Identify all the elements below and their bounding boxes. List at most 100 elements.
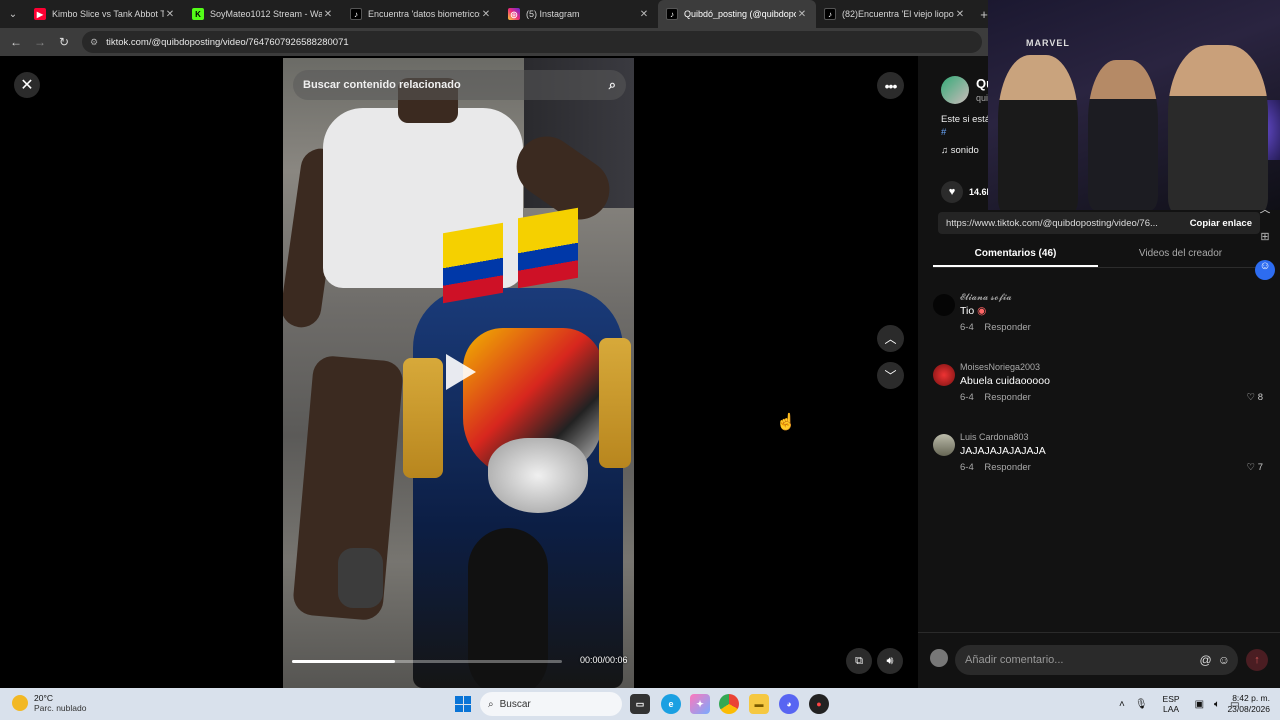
reply-button[interactable]: Responder [984, 462, 1030, 473]
webcam-person [998, 55, 1078, 210]
tab-creator-videos[interactable]: Videos del creador [1098, 242, 1263, 267]
tab-title: Encuentra 'datos biometricos' e [368, 9, 480, 19]
site-info-icon[interactable]: ⚙ [90, 37, 98, 48]
language-indicator[interactable]: ESP LAA [1163, 694, 1180, 714]
task-view-icon[interactable]: ▭ [630, 694, 650, 714]
browser-tab[interactable]: ◎ (5) Instagram ✕ [500, 0, 658, 28]
webcam-overlay: MARVEL [988, 0, 1280, 210]
comment-text-value: Tio [960, 305, 975, 317]
comment-input[interactable]: Añadir comentario... @ ☺ [955, 645, 1238, 675]
address-bar[interactable]: ⚙ tiktok.com/@quibdoposting/video/764760… [82, 31, 982, 53]
chrome-icon[interactable] [719, 694, 739, 714]
file-explorer-icon[interactable]: ▬ [749, 694, 769, 714]
heart-outline-icon: ♡ [1246, 462, 1258, 473]
reply-button[interactable]: Responder [984, 322, 1030, 333]
copilot-icon[interactable]: ✦ [690, 694, 710, 714]
share-link-box: https://www.tiktok.com/@quibdoposting/vi… [938, 212, 1260, 234]
avatar[interactable] [933, 294, 955, 316]
previous-video-button[interactable]: ︿ [877, 325, 904, 352]
microphone-icon[interactable]: 🎙︎ [1135, 699, 1148, 710]
network-icon[interactable]: ▣ [1195, 699, 1204, 710]
browser-tab[interactable]: ▶ Kimbo Slice vs Tank Abbot Thr ✕ [26, 0, 184, 28]
back-icon[interactable]: ← [4, 35, 28, 49]
clock[interactable]: 8:42 p. m. 23/08/2026 [1220, 693, 1270, 715]
discord-icon[interactable]: ◕ [779, 694, 799, 714]
close-tab-icon[interactable]: ✕ [322, 9, 334, 20]
volume-icon: 🔊︎ [886, 654, 894, 667]
close-video-button[interactable]: ✕ [14, 72, 40, 98]
play-icon[interactable] [446, 354, 476, 390]
comment-like-button[interactable]: ♡ 7 [1247, 462, 1263, 473]
author-avatar[interactable] [941, 76, 969, 104]
close-tab-icon[interactable]: ✕ [480, 9, 492, 20]
avatar[interactable] [933, 364, 955, 386]
tab-search-button[interactable]: ⌄ [0, 0, 26, 28]
hashtag-link[interactable]: # [941, 127, 946, 138]
close-tab-icon[interactable]: ✕ [164, 9, 176, 20]
browser-tab[interactable]: ♪ Encuentra 'datos biometricos' e ✕ [342, 0, 500, 28]
author-handle[interactable]: qui [976, 93, 988, 103]
browser-tab[interactable]: K SoyMateo1012 Stream - Watch ✕ [184, 0, 342, 28]
comment-date: 6-4 [960, 322, 974, 333]
comment-text: Abuela cuidaooooo [960, 375, 1050, 387]
heart-icon: ♥ [941, 181, 963, 203]
comment-item: MoisesNoriega2003 Abuela cuidaooooo 6-4 … [933, 362, 1263, 412]
webcam-person [1088, 60, 1158, 210]
comment-text: Tio ◉ [960, 305, 986, 317]
comment-username[interactable]: 𝓔𝓵𝓲𝓪𝓷𝓪 𝓼𝓸𝓯𝓲𝓪 [960, 292, 1012, 303]
comment-username[interactable]: MoisesNoriega2003 [960, 362, 1040, 372]
browser-tab[interactable]: ♪ (82)Encuentra 'El viejo liopo' en ✕ [816, 0, 974, 28]
more-options-button[interactable]: ••• [877, 72, 904, 99]
comment-like-button[interactable]: ♡ 8 [1247, 392, 1263, 403]
picture-in-picture-button[interactable]: ⧉ [846, 648, 872, 674]
video-time: 00:00/00:06 [580, 655, 628, 665]
video-progress-fill [292, 660, 395, 663]
reply-button[interactable]: Responder [984, 392, 1030, 403]
avatar[interactable] [933, 434, 955, 456]
sound-link[interactable]: ♫ sonido [941, 145, 979, 156]
webcam-person [1168, 45, 1268, 210]
video-frame-wheel [468, 528, 548, 688]
emoji-picker-icon[interactable]: ☺ [1218, 653, 1230, 667]
copy-link-button[interactable]: Copiar enlace [1182, 218, 1260, 229]
forward-icon[interactable]: → [28, 35, 52, 49]
comment-meta: 6-4 Responder [960, 392, 1031, 403]
taskbar-search-label: Buscar [499, 698, 531, 710]
weather-widget[interactable]: 20°C Parc. nublado [12, 693, 86, 713]
video-frame-flag [518, 207, 578, 289]
youtube-icon: ▶ [34, 8, 46, 20]
close-tab-icon[interactable]: ✕ [638, 9, 650, 20]
search-icon[interactable]: ⌕ [609, 77, 616, 93]
add-comment-bar: Añadir comentario... @ ☺ ↑ [918, 632, 1280, 688]
share-url[interactable]: https://www.tiktok.com/@quibdoposting/vi… [946, 218, 1182, 229]
tab-comments[interactable]: Comentarios (46) [933, 242, 1098, 267]
apps-icon[interactable]: ⊞ [1255, 230, 1275, 250]
like-button[interactable]: ♥ 14.6K [941, 181, 993, 203]
comment-username[interactable]: Luis Cardona803 [960, 432, 1029, 442]
comment-meta: 6-4 Responder [960, 322, 1031, 333]
send-comment-button[interactable]: ↑ [1246, 649, 1268, 671]
mention-icon[interactable]: @ [1200, 653, 1212, 667]
weather-condition: Parc. nublado [34, 703, 87, 713]
edge-icon[interactable]: e [661, 694, 681, 714]
browser-tab-active[interactable]: ♪ Quibdó_posting (@quibdopost ✕ [658, 0, 816, 28]
comment-item: Luis Cardona803 JAJAJAJAJAJAJA 6-4 Respo… [933, 432, 1263, 482]
comment-like-count: 8 [1257, 392, 1263, 403]
video-progress-bar[interactable] [292, 660, 562, 663]
related-search-input[interactable]: Buscar contenido relacionado ⌕ [293, 70, 626, 100]
windows-start-icon[interactable] [455, 696, 471, 712]
reload-icon[interactable]: ↻ [52, 35, 76, 49]
assistant-icon[interactable]: ☺ [1255, 260, 1275, 280]
partly-cloudy-icon [12, 695, 28, 711]
app-icon[interactable]: ● [809, 694, 829, 714]
volume-button[interactable]: 🔊︎ [877, 648, 903, 674]
close-tab-icon[interactable]: ✕ [954, 9, 966, 20]
tiktok-icon: ♪ [824, 8, 836, 20]
close-tab-icon[interactable]: ✕ [796, 9, 808, 20]
taskbar-search[interactable]: ⌕ Buscar [480, 692, 622, 716]
language-bottom: LAA [1163, 704, 1180, 714]
related-search-placeholder: Buscar contenido relacionado [303, 79, 461, 91]
next-video-button[interactable]: ﹀ [877, 362, 904, 389]
chevron-up-icon[interactable]: ˄ [1119, 699, 1125, 710]
video-description: Este si está [941, 114, 991, 125]
